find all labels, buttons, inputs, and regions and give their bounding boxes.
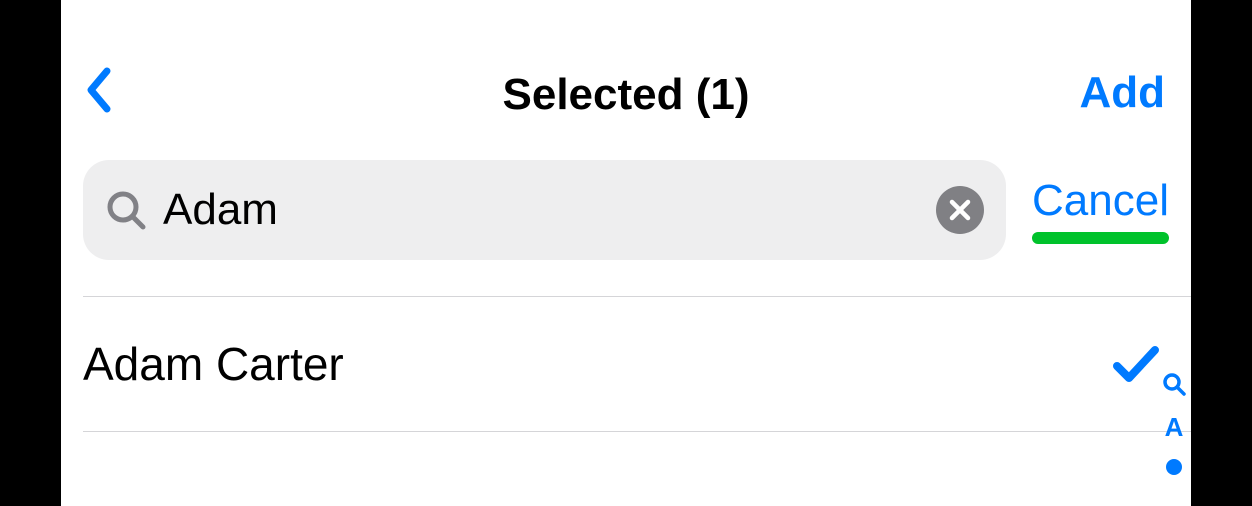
index-rail[interactable]: A — [1160, 372, 1188, 475]
search-row: Cancel — [61, 150, 1191, 270]
index-letter[interactable]: A — [1165, 412, 1184, 443]
cancel-wrap: Cancel — [1032, 176, 1169, 244]
results-list: Adam Carter — [61, 296, 1191, 432]
page-title: Selected (1) — [61, 70, 1191, 120]
clear-search-button[interactable] — [936, 186, 984, 234]
contact-row[interactable]: Adam Carter — [61, 297, 1191, 431]
contact-name: Adam Carter — [83, 337, 344, 391]
cancel-highlight — [1032, 232, 1169, 244]
cancel-button[interactable]: Cancel — [1032, 176, 1169, 226]
index-dot-icon[interactable] — [1166, 459, 1182, 475]
search-input[interactable] — [163, 185, 920, 235]
search-box[interactable] — [83, 160, 1006, 260]
list-separator — [83, 431, 1191, 432]
close-icon — [948, 198, 972, 222]
header: Selected (1) Add — [61, 0, 1191, 150]
checkmark-icon — [1111, 342, 1161, 386]
add-button[interactable]: Add — [1079, 68, 1165, 118]
search-icon[interactable] — [1162, 372, 1186, 396]
search-icon — [105, 189, 147, 231]
